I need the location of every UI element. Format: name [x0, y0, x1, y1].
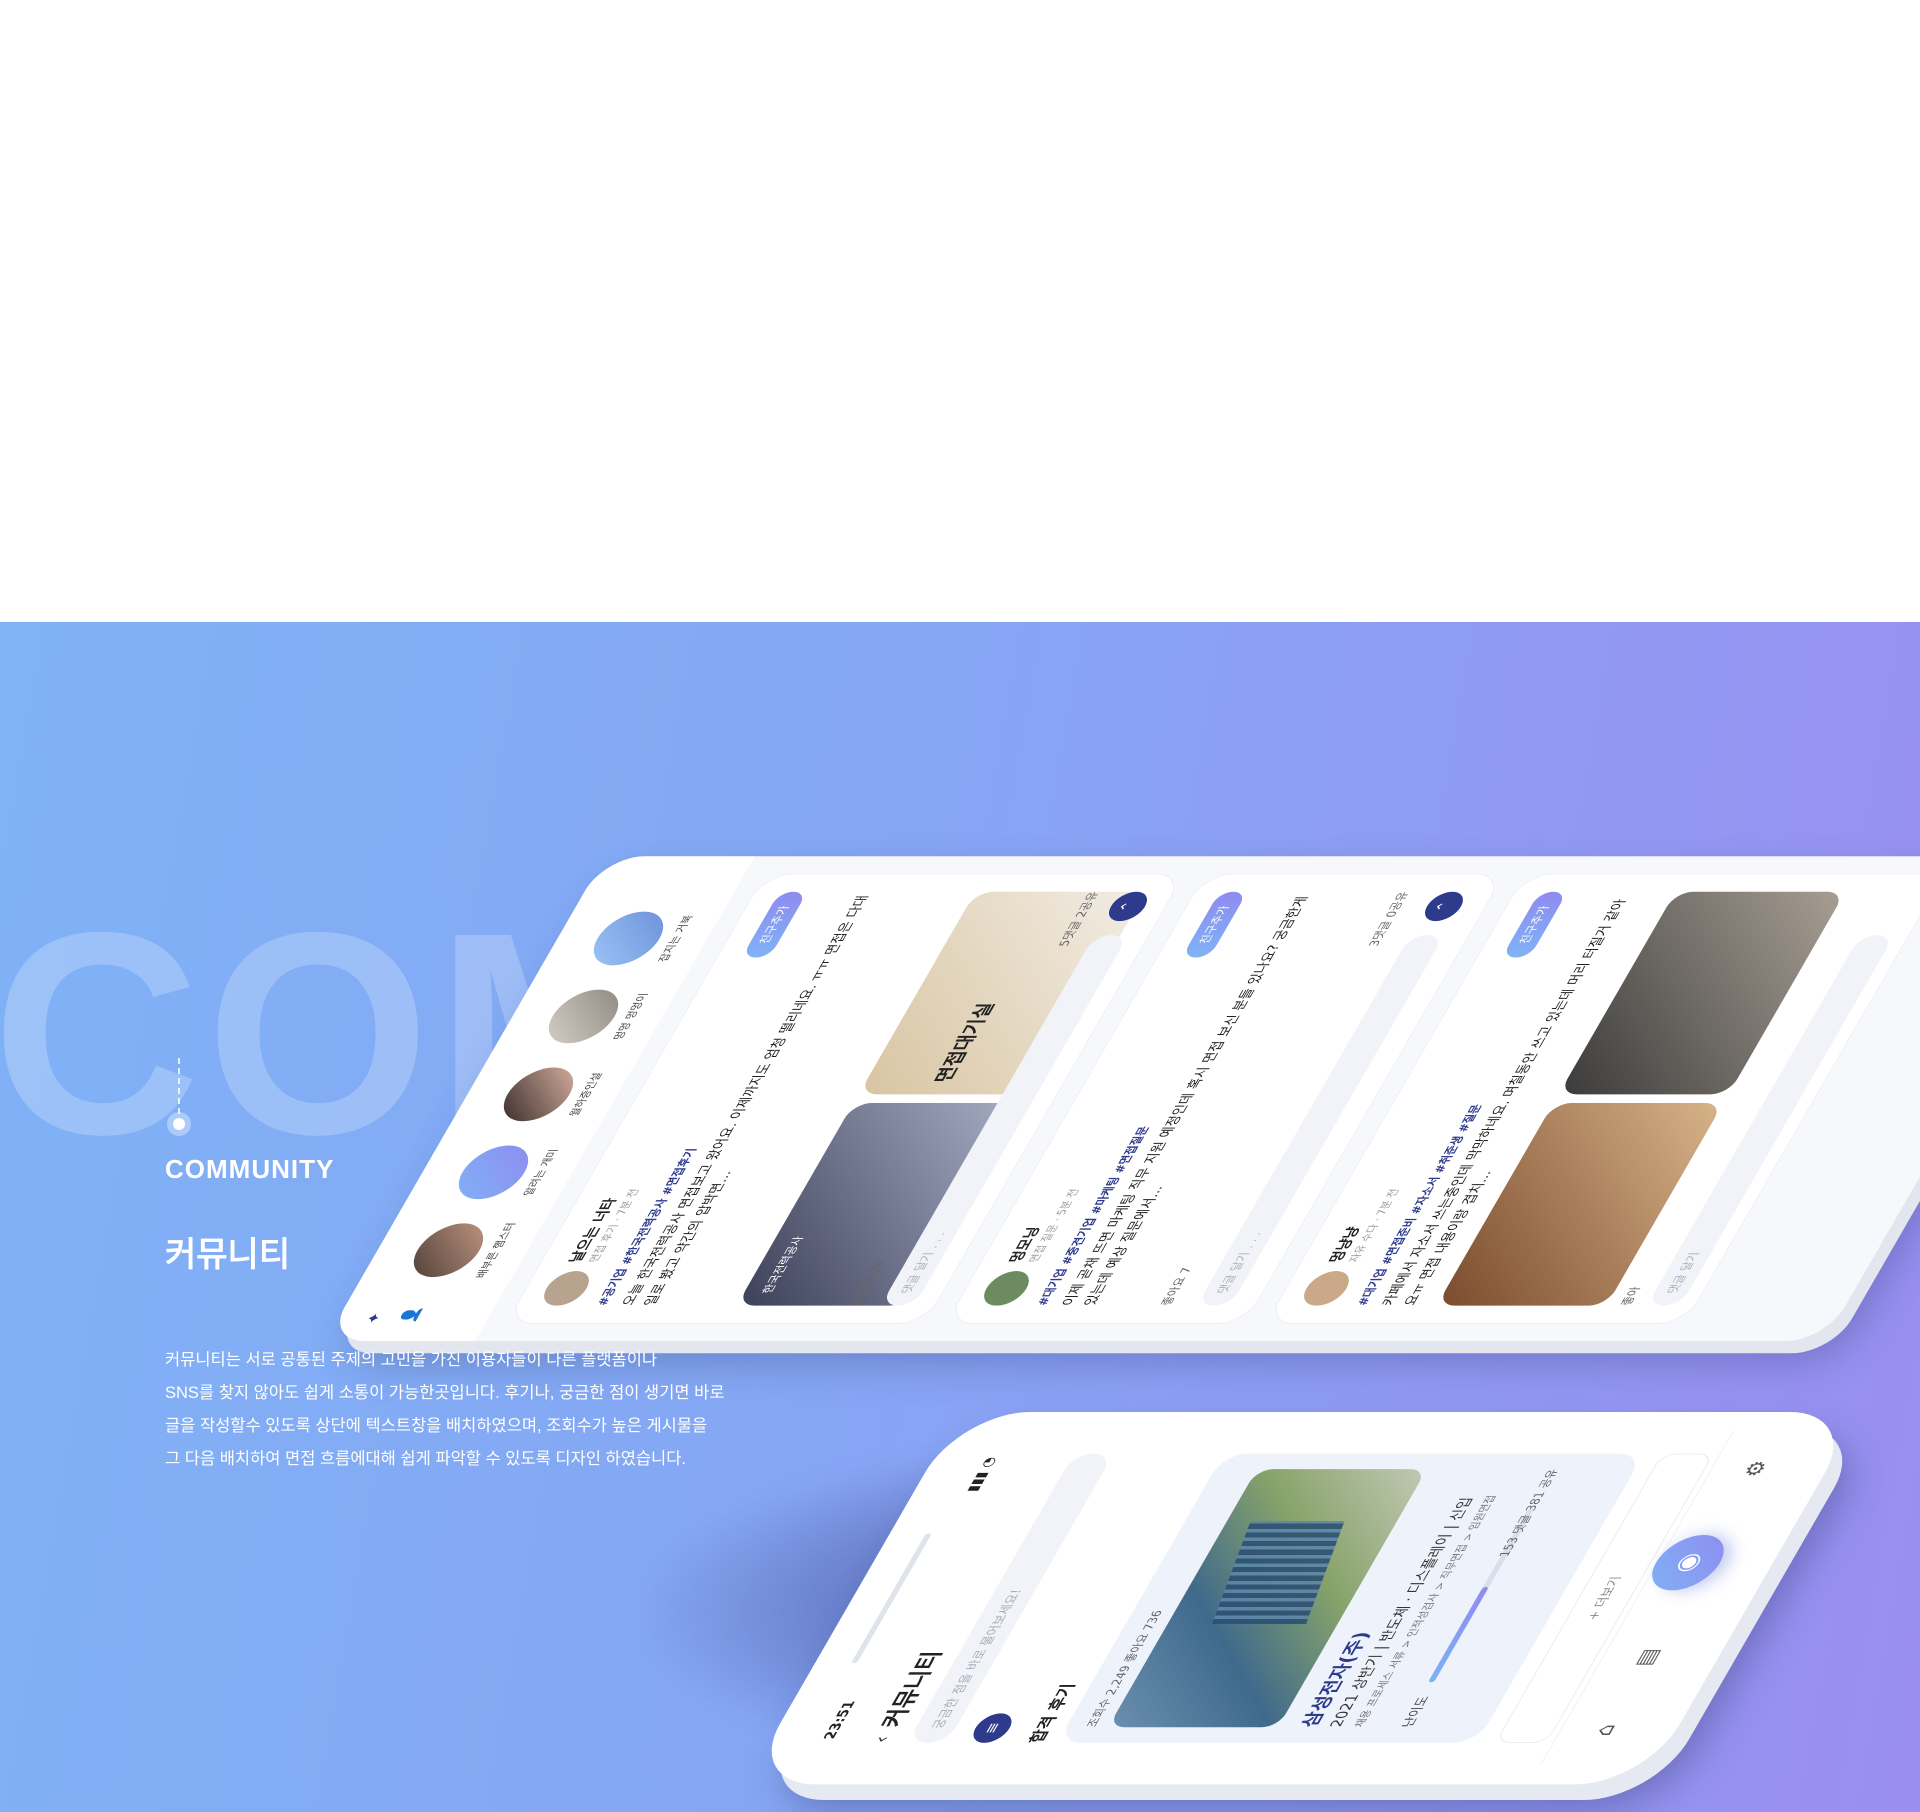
phone-screen: 23:51 ▮▮▮ ◔ ‹ 커뮤니티 궁금한 점을 바로 물어보세요! ≡ 합격…	[782, 1431, 1823, 1766]
status-time: 23:51	[821, 1700, 860, 1740]
timeline-dash	[178, 1058, 180, 1114]
section-description: 커뮤니티는 서로 공통된 주제의 고민을 가진 이용자들이 다른 플랫폼이나 S…	[165, 1351, 725, 1468]
settings-icon[interactable]: ⚙	[1739, 1460, 1774, 1477]
add-friend-button[interactable]: 친구추가	[1501, 891, 1568, 958]
section-copy: COMMUNITY 커뮤니티 커뮤니티는 서로 공통된 주제의 고민을 가진 이…	[165, 1058, 785, 1476]
post-stats: 3댓글 0공유	[1365, 891, 1412, 947]
story-item[interactable]: 멍멍 멍멍이	[530, 977, 661, 1055]
avatar	[1296, 1271, 1357, 1306]
like-count: 좋아	[1618, 1286, 1644, 1306]
story-item[interactable]: 월하증인설	[485, 1055, 616, 1133]
signal-icon: ▮▮▮ ◔	[963, 1457, 1001, 1492]
section-title: 커뮤니티	[165, 1235, 291, 1275]
hero-section: COMMUNITY ✦ 👤 배부른 햄스터 알려는 개미 월하	[0, 622, 1920, 1812]
back-chevron-icon[interactable]: ‹	[867, 1736, 895, 1743]
add-friend-button[interactable]: 친구추가	[1181, 891, 1248, 958]
difficulty-label: 난이도	[1399, 1696, 1433, 1728]
like-count: 좋아요 7	[1158, 1267, 1195, 1306]
menu-icon[interactable]: ≡	[966, 1713, 1018, 1743]
review-counts: 153 댓글 381 공유	[1496, 1469, 1561, 1557]
timeline-dot	[167, 1112, 191, 1136]
story-item[interactable]: 잡지는 거북	[575, 900, 706, 978]
home-icon[interactable]: ⌂	[1590, 1724, 1622, 1736]
scroll-up-icon[interactable]: ⌃	[1418, 891, 1470, 922]
board-icon[interactable]: ▤	[1630, 1648, 1665, 1666]
avatar	[976, 1271, 1037, 1306]
add-friend-button[interactable]: 친구추가	[741, 891, 808, 958]
section-eyebrow: COMMUNITY	[165, 1154, 335, 1184]
